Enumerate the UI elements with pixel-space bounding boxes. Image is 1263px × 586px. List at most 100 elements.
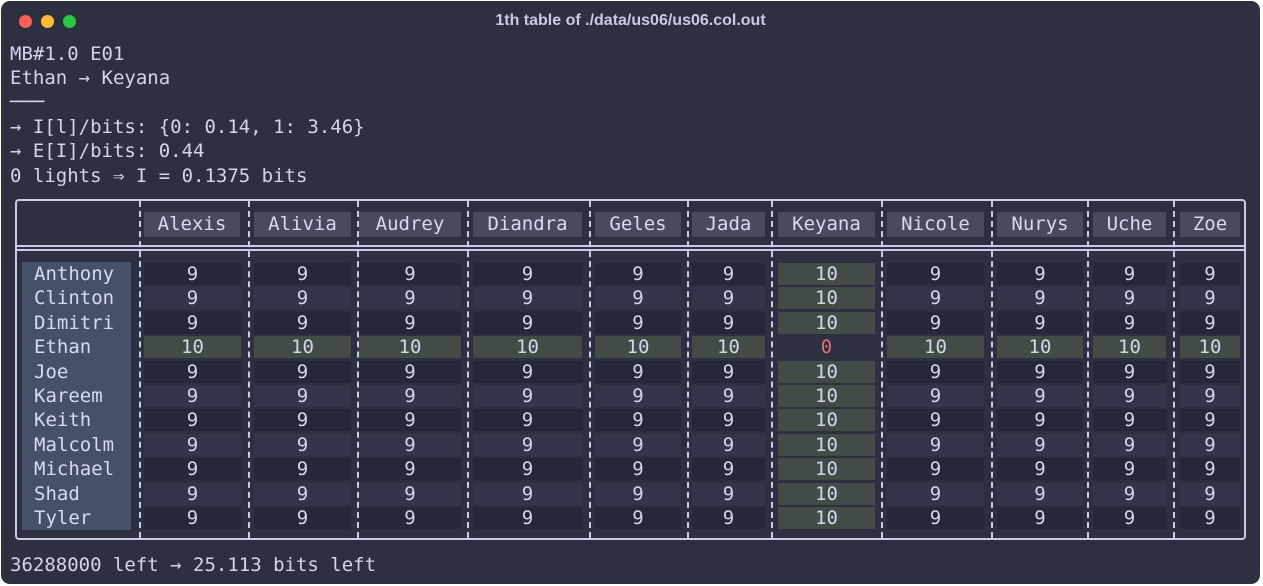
table-cell: 9: [1093, 409, 1166, 432]
column-separator: [139, 201, 141, 538]
table-cell: 9: [359, 482, 461, 505]
table-cell: 9: [595, 458, 681, 481]
header-line-result: 0 lights ⇒ I = 0.1375 bits: [10, 165, 308, 187]
column-separator: [589, 201, 591, 538]
column-header-diandra: Diandra: [473, 212, 582, 237]
column-separator: [881, 201, 883, 538]
table-cell: 10: [254, 336, 351, 359]
table-cell: 9: [254, 360, 351, 383]
table-cell: 9: [887, 287, 984, 310]
table-cell: 9: [144, 409, 241, 432]
table-cell: 9: [887, 433, 984, 456]
header-line-expected: → E[I]/bits: 0.44: [10, 140, 205, 162]
table-cell: 9: [997, 263, 1083, 285]
table-cell: 9: [1093, 433, 1166, 456]
table-cell: 9: [359, 287, 461, 310]
table-cell: 10: [778, 433, 875, 456]
table-cell: 9: [595, 482, 681, 505]
table-cell: 9: [595, 507, 681, 529]
row-label-kareem: Kareem: [34, 385, 103, 407]
table-cell: 9: [473, 311, 582, 334]
row-label-malcolm: Malcolm: [34, 433, 115, 456]
table-cell: 9: [359, 385, 461, 407]
table-cell: 9: [1180, 433, 1240, 456]
table-cell: 9: [692, 409, 765, 432]
table-cell: 9: [692, 263, 765, 285]
table-cell: 9: [254, 287, 351, 310]
table-cell: 9: [473, 409, 582, 432]
table-cell: 9: [359, 311, 461, 334]
table-cell: 9: [997, 507, 1083, 529]
table-cell: 9: [254, 433, 351, 456]
table-cell: 10: [778, 311, 875, 334]
table-cell: 9: [359, 360, 461, 383]
header-line-2: Ethan → Keyana: [10, 67, 171, 89]
table-cell: 10: [778, 263, 875, 285]
table-cell: 9: [1093, 287, 1166, 310]
table-cell: 10: [473, 336, 582, 359]
table-cell: 9: [887, 458, 984, 481]
table-cell: 9: [1180, 360, 1240, 383]
table-cell: 9: [997, 287, 1083, 310]
table-cell: 10: [1093, 336, 1166, 359]
table-cell: 9: [1093, 311, 1166, 334]
table-cell: 9: [595, 385, 681, 407]
table-cell: 9: [692, 385, 765, 407]
table-cell: 9: [1093, 263, 1166, 285]
table-cell: 9: [473, 263, 582, 285]
row-label-tyler: Tyler: [34, 507, 92, 529]
table-cell: 9: [595, 311, 681, 334]
table-cell: 9: [692, 287, 765, 310]
column-header-jada: Jada: [692, 212, 765, 237]
column-separator: [467, 201, 469, 538]
table-cell: 9: [473, 360, 582, 383]
table-cell: 9: [473, 287, 582, 310]
column-separator: [1087, 201, 1089, 538]
row-label-anthony: Anthony: [34, 263, 115, 285]
table-cell: 9: [359, 263, 461, 285]
table-cell: 9: [997, 433, 1083, 456]
table-cell: 9: [997, 360, 1083, 383]
table-cell: 9: [692, 458, 765, 481]
table-cell: 9: [144, 458, 241, 481]
table-cell: 9: [1180, 458, 1240, 481]
row-label-clinton: Clinton: [34, 287, 115, 310]
table-cell: 9: [144, 360, 241, 383]
table-cell: 9: [144, 433, 241, 456]
table-cell: 9: [1180, 385, 1240, 407]
header-divider: ───: [10, 91, 45, 113]
table-cell: 9: [144, 311, 241, 334]
table-cell: 10: [778, 482, 875, 505]
table-cell: 9: [887, 385, 984, 407]
table-cell: 9: [254, 458, 351, 481]
title-bar: 1th table of ./data/us06/us06.col.out: [1, 1, 1260, 41]
table-cell: 9: [887, 409, 984, 432]
column-header-nicole: Nicole: [887, 212, 984, 237]
table-cell: 9: [1180, 263, 1240, 285]
column-header-zoe: Zoe: [1180, 212, 1240, 237]
table-cell: 9: [997, 482, 1083, 505]
table-cell: 9: [144, 287, 241, 310]
table-cell: 9: [254, 263, 351, 285]
table-cell: 9: [359, 409, 461, 432]
table-cell: 10: [1180, 336, 1240, 359]
table-cell: 10: [778, 458, 875, 481]
table-cell: 10: [778, 385, 875, 407]
table-cell: 9: [997, 385, 1083, 407]
table-cell: 9: [1093, 385, 1166, 407]
column-separator: [771, 201, 773, 538]
table-cell: 9: [887, 263, 984, 285]
table-cell: 9: [473, 385, 582, 407]
row-label-keith: Keith: [34, 409, 92, 432]
row-label-joe: Joe: [34, 360, 69, 383]
table-cell: 9: [1093, 482, 1166, 505]
table-cell: 9: [887, 360, 984, 383]
table-cell: 9: [692, 482, 765, 505]
row-label-shad: Shad: [34, 482, 80, 505]
table-cell: 10: [778, 507, 875, 529]
table-cell: 9: [1180, 409, 1240, 432]
column-header-geles: Geles: [595, 212, 681, 237]
table-cell: 0: [820, 336, 833, 359]
table-cell: 9: [359, 507, 461, 529]
table-cell: 9: [1180, 507, 1240, 529]
